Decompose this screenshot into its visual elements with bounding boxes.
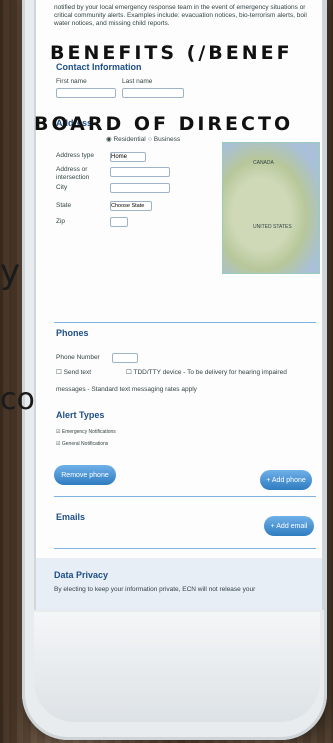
first-name-label: First name	[56, 78, 87, 85]
privacy-title: Data Privacy	[54, 570, 109, 580]
first-name-input[interactable]	[56, 88, 116, 98]
add-email-button[interactable]: + Add email	[264, 516, 314, 536]
address-field-label: Address or intersection	[56, 166, 90, 181]
location-map[interactable]: CANADA UNITED STATES	[222, 142, 320, 274]
city-label: City	[56, 184, 68, 191]
address-type-select[interactable]: Home	[110, 152, 146, 162]
emails-title: Emails	[56, 512, 86, 522]
emails-divider	[54, 548, 316, 549]
privacy-section: Data Privacy By electing to keep your in…	[36, 558, 322, 610]
phone-bezel-bottom	[34, 612, 320, 722]
send-text-label: Send text	[63, 369, 92, 376]
tdd-checkbox[interactable]: ☐ TDD/TTY device - To be delivery for he…	[126, 369, 316, 377]
residential-label: Residential	[113, 136, 146, 143]
cropped-text-fragment-2: co	[0, 382, 35, 417]
board-of-directors-nav-link[interactable]: BOARD OF DIRECTO	[34, 113, 293, 135]
phones-divider	[54, 496, 316, 497]
state-value: Choose State	[111, 203, 145, 209]
phones-title: Phones	[56, 328, 89, 338]
business-label: Business	[153, 136, 181, 143]
privacy-text: By electing to keep your information pri…	[54, 586, 256, 593]
address-type-label: Address type	[56, 152, 94, 159]
city-input[interactable]	[110, 183, 170, 193]
state-label: State	[56, 202, 72, 209]
alert-general-label: General Notifications	[61, 441, 109, 447]
remove-phone-button[interactable]: Remove phone	[54, 465, 116, 485]
last-name-label: Last name	[122, 78, 153, 85]
business-radio[interactable]: ○ Business	[148, 136, 180, 144]
zip-label: Zip	[56, 218, 66, 225]
last-name-input[interactable]	[122, 88, 184, 98]
phone-number-input[interactable]	[112, 353, 138, 363]
phone-number-label: Phone Number	[56, 354, 100, 361]
address-input[interactable]	[110, 167, 170, 177]
alert-types-title: Alert Types	[56, 410, 105, 420]
address-divider	[54, 322, 316, 323]
tdd-label: TDD/TTY device - To be delivery for hear…	[133, 369, 287, 376]
intro-paragraph: notified by your local emergency respons…	[54, 4, 307, 27]
alert-emergency-label: Emergency Notifications	[61, 429, 116, 435]
map-label-us: UNITED STATES	[253, 224, 292, 230]
add-phone-button[interactable]: + Add phone	[260, 470, 312, 490]
phone-screen: notified by your local emergency respons…	[34, 0, 324, 610]
residential-radio[interactable]: ◉ Residential	[106, 136, 146, 144]
map-label-canada: CANADA	[253, 160, 274, 166]
cropped-text-fragment-1: y	[0, 252, 21, 292]
address-type-value: Home	[111, 154, 128, 160]
alert-emergency-checkbox[interactable]: ☑ Emergency Notifications	[56, 428, 116, 436]
alert-general-checkbox[interactable]: ☑ General Notifications	[56, 440, 108, 448]
benefits-nav-link[interactable]: BENEFITS (/BENEF	[50, 42, 293, 64]
send-text-checkbox[interactable]: ☐ Send text	[56, 369, 91, 377]
state-select[interactable]: Choose State	[110, 201, 152, 211]
std-rates-note: messages - Standard text messaging rates…	[56, 386, 197, 393]
zip-input[interactable]	[110, 217, 128, 227]
